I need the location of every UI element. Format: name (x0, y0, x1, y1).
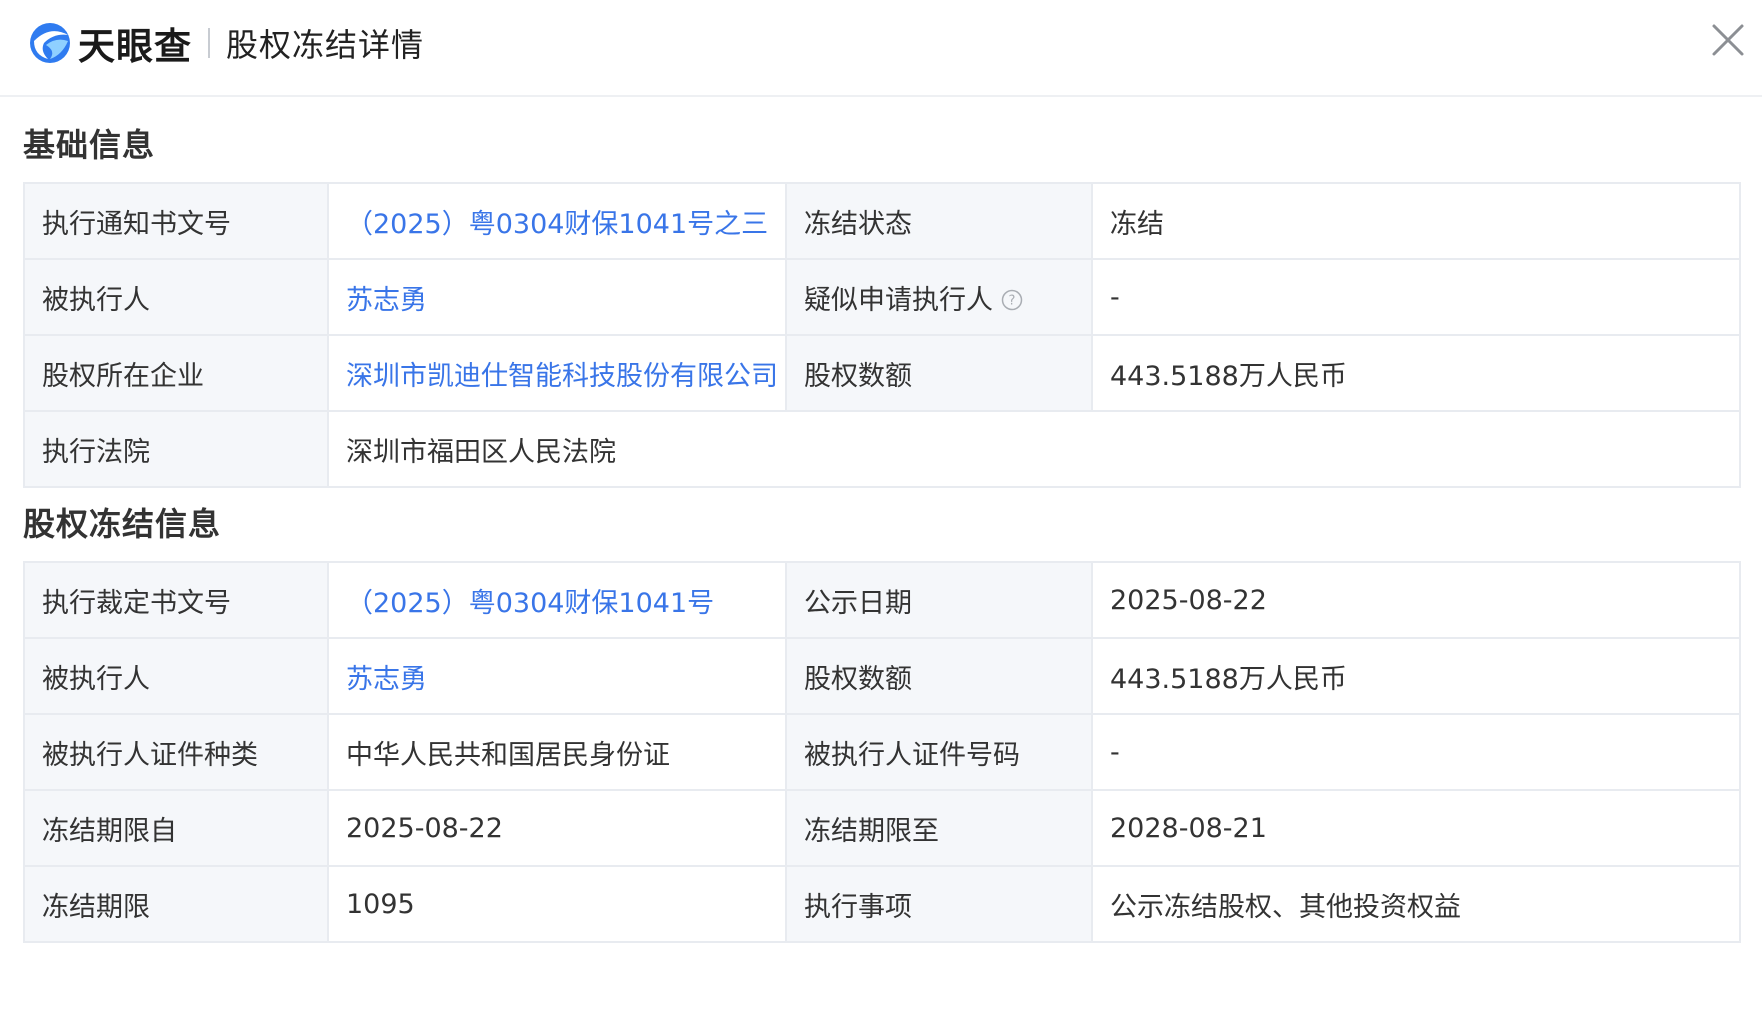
field-label: 冻结期限至 (785, 789, 1093, 867)
table-row: 执行法院 深圳市福田区人民法院 (23, 410, 1741, 488)
header: 天眼查 股权冻结详情 (0, 0, 1762, 97)
field-value: 2025-08-22 (1091, 561, 1741, 639)
question-circle-icon[interactable]: ? (1001, 289, 1023, 311)
field-value: 中华人民共和国居民身份证 (327, 713, 787, 791)
field-value: 1095 (327, 865, 787, 943)
table-row: 冻结期限自 2025-08-22 冻结期限至 2028-08-21 (23, 789, 1741, 867)
field-label: 被执行人证件种类 (23, 713, 329, 791)
field-value: 深圳市福田区人民法院 (327, 410, 1741, 488)
field-label: 股权数额 (785, 637, 1093, 715)
table-row: 执行裁定书文号 （2025）粤0304财保1041号 公示日期 2025-08-22 (23, 561, 1741, 639)
table-row: 被执行人 苏志勇 股权数额 443.5188万人民币 (23, 637, 1741, 715)
field-label: 疑似申请执行人? (785, 258, 1093, 336)
table-row: 股权所在企业 深圳市凯迪仕智能科技股份有限公司 股权数额 443.5188万人民币 (23, 334, 1741, 412)
field-value: 苏志勇 (327, 258, 787, 336)
field-value: 443.5188万人民币 (1091, 334, 1741, 412)
field-label: 冻结期限 (23, 865, 329, 943)
field-label: 冻结状态 (785, 182, 1093, 260)
field-label-text: 疑似申请执行人 (804, 284, 993, 316)
logo[interactable]: 天眼查 股权冻结详情 (28, 18, 424, 68)
field-label: 被执行人 (23, 637, 329, 715)
field-label: 被执行人 (23, 258, 329, 336)
field-label: 股权所在企业 (23, 334, 329, 412)
field-label: 公示日期 (785, 561, 1093, 639)
field-value: 2025-08-22 (327, 789, 787, 867)
basic-info-table: 执行通知书文号 （2025）粤0304财保1041号之三 冻结状态 冻结被执行人 苏志勇… (23, 182, 1741, 488)
field-label: 执行事项 (785, 865, 1093, 943)
tianyancha-logo-icon (30, 23, 70, 63)
field-value: 2028-08-21 (1091, 789, 1741, 867)
field-value-link[interactable]: （2025）粤0304财保1041号 (346, 588, 714, 619)
field-value: 深圳市凯迪仕智能科技股份有限公司 (327, 334, 787, 412)
svg-text:?: ? (1009, 293, 1016, 308)
field-value: 443.5188万人民币 (1091, 637, 1741, 715)
field-value-link[interactable]: 苏志勇 (346, 285, 427, 316)
field-value: （2025）粤0304财保1041号 (327, 561, 787, 639)
logo-divider (208, 28, 210, 58)
table-row: 冻结期限 1095 执行事项 公示冻结股权、其他投资权益 (23, 865, 1741, 943)
table-row: 执行通知书文号 （2025）粤0304财保1041号之三 冻结状态 冻结 (23, 182, 1741, 260)
page-title: 股权冻结详情 (226, 26, 425, 64)
field-value-link[interactable]: 深圳市凯迪仕智能科技股份有限公司 (346, 361, 778, 392)
field-value: （2025）粤0304财保1041号之三 (327, 182, 787, 260)
table-row: 被执行人 苏志勇 疑似申请执行人? - (23, 258, 1741, 336)
section-title-freeze: 股权冻结信息 (23, 505, 222, 543)
field-value: 冻结 (1091, 182, 1741, 260)
field-value: - (1091, 258, 1741, 336)
field-label: 执行法院 (23, 410, 329, 488)
field-value-link[interactable]: 苏志勇 (346, 664, 427, 695)
field-label: 被执行人证件号码 (785, 713, 1093, 791)
freeze-info-table: 执行裁定书文号 （2025）粤0304财保1041号 公示日期 2025-08-22 被… (23, 561, 1741, 943)
field-value-link[interactable]: （2025）粤0304财保1041号之三 (346, 209, 768, 240)
field-value: - (1091, 713, 1741, 791)
field-label: 冻结期限自 (23, 789, 329, 867)
section-title-basic: 基础信息 (23, 126, 156, 164)
close-icon[interactable] (1708, 20, 1748, 60)
field-label: 执行裁定书文号 (23, 561, 329, 639)
logo-text: 天眼查 (78, 25, 192, 68)
field-value: 苏志勇 (327, 637, 787, 715)
field-label: 股权数额 (785, 334, 1093, 412)
field-label: 执行通知书文号 (23, 182, 329, 260)
table-row: 被执行人证件种类 中华人民共和国居民身份证 被执行人证件号码 - (23, 713, 1741, 791)
field-value: 公示冻结股权、其他投资权益 (1091, 865, 1741, 943)
